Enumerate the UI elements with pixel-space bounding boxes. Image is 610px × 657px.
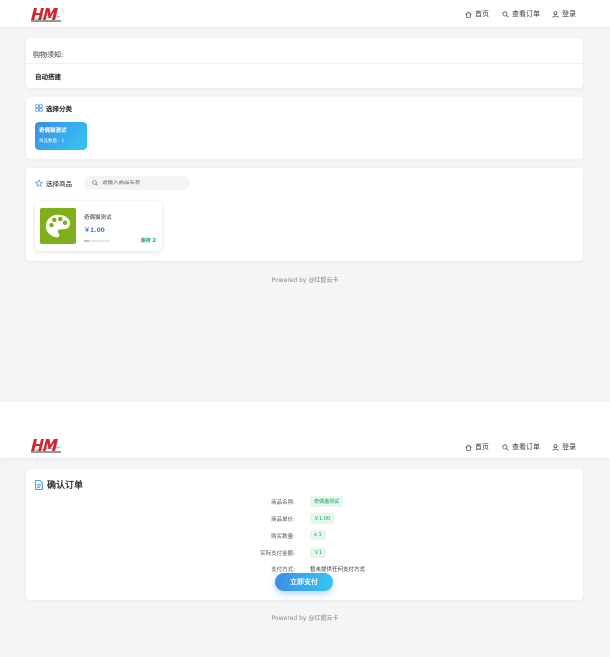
nav-home-label: 首页 bbox=[475, 443, 489, 451]
nav-home-label: 首页 bbox=[475, 10, 489, 18]
order-row-quantity: 购买数量: x 1 bbox=[26, 530, 583, 540]
divider bbox=[26, 63, 583, 64]
home-icon bbox=[465, 11, 472, 18]
goods-section-label: 选择商品 bbox=[46, 180, 72, 188]
goods-image bbox=[40, 208, 76, 244]
total-label: 实际支付金额: bbox=[260, 551, 295, 557]
grid-icon bbox=[35, 104, 43, 112]
footer-powered-by: Powered by @红盟云卡 bbox=[271, 277, 339, 284]
brand-logo[interactable] bbox=[30, 5, 62, 22]
payment-method-label: 支付方式: bbox=[271, 567, 295, 573]
nav-login-label: 登录 bbox=[562, 443, 576, 451]
category-count: 商品数量：1 bbox=[39, 139, 65, 144]
nav-login-label: 登录 bbox=[562, 10, 576, 18]
order-row-product: 商品名称: 奇偶猫测试 bbox=[26, 496, 583, 507]
nav-view-orders[interactable]: 查看订单 bbox=[502, 442, 540, 452]
notice-body: 自动搭建 bbox=[35, 73, 61, 81]
search-icon bbox=[502, 10, 509, 18]
quantity-label: 购买数量: bbox=[271, 534, 295, 540]
brand-logo[interactable] bbox=[30, 436, 62, 453]
quantity-value: x 1 bbox=[310, 530, 326, 540]
notice-title: 购物须知: bbox=[33, 51, 64, 59]
confirm-order-page: 首页 查看订单 登录 确认订单 商品名称: 奇偶猫测试 商品单价: ￥1.00 bbox=[0, 431, 610, 657]
total-value: ￥1 bbox=[310, 547, 327, 558]
goods-item[interactable]: 奇偶猫测试 ￥1.00 库存 2 bbox=[35, 201, 162, 251]
nav-login[interactable]: 登录 bbox=[552, 9, 576, 19]
goods-stock: 库存 2 bbox=[140, 238, 156, 244]
top-navbar: 首页 查看订单 登录 bbox=[0, 0, 610, 27]
screenshot-separator bbox=[0, 402, 610, 431]
user-icon bbox=[552, 10, 559, 18]
notice-card: 购物须知: 自动搭建 bbox=[26, 38, 583, 88]
shop-page: 首页 查看订单 登录 购物须知: 自动搭建 选择分类 奇偶猫测试 商品数量：1 … bbox=[0, 0, 610, 402]
order-row-total: 实际支付金额: ￥1 bbox=[26, 547, 583, 558]
category-section-label: 选择分类 bbox=[46, 105, 72, 113]
order-card: 确认订单 商品名称: 奇偶猫测试 商品单价: ￥1.00 购买数量: x 1 实… bbox=[26, 469, 583, 600]
nav-home[interactable]: 首页 bbox=[465, 9, 489, 19]
pay-now-button[interactable]: 立即支付 bbox=[275, 573, 333, 591]
search-icon bbox=[92, 180, 98, 186]
nav-orders-label: 查看订单 bbox=[512, 443, 540, 451]
order-row-unit-price: 商品单价: ￥1.00 bbox=[26, 513, 583, 524]
search-icon bbox=[502, 443, 509, 451]
order-title: 确认订单 bbox=[35, 478, 83, 491]
unit-price-label: 商品单价: bbox=[271, 517, 295, 523]
footer-powered-by: Powered by @红盟云卡 bbox=[271, 615, 339, 622]
goods-name: 奇偶猫测试 bbox=[84, 215, 112, 221]
goods-card-section: 选择商品 奇偶猫测试 ￥1.00 库存 2 bbox=[26, 168, 583, 261]
star-icon bbox=[35, 179, 43, 187]
nav-login[interactable]: 登录 bbox=[552, 442, 576, 452]
product-name-label: 商品名称: bbox=[271, 500, 295, 506]
category-name: 奇偶猫测试 bbox=[39, 128, 67, 134]
home-icon bbox=[465, 444, 472, 451]
payment-method-value: 暂未提供任何支付方式 bbox=[310, 567, 366, 573]
user-icon bbox=[552, 443, 559, 451]
nav-orders-label: 查看订单 bbox=[512, 10, 540, 18]
stock-progress-fill bbox=[84, 240, 90, 242]
top-navbar: 首页 查看订单 登录 bbox=[0, 431, 610, 458]
palette-icon bbox=[45, 214, 71, 238]
category-section-title: 选择分类 bbox=[35, 103, 72, 113]
product-name-value: 奇偶猫测试 bbox=[310, 496, 344, 507]
stock-progress-bar bbox=[84, 240, 110, 242]
nav-view-orders[interactable]: 查看订单 bbox=[502, 9, 540, 19]
category-card: 选择分类 奇偶猫测试 商品数量：1 bbox=[26, 97, 583, 159]
order-title-label: 确认订单 bbox=[47, 481, 84, 491]
category-item[interactable]: 奇偶猫测试 商品数量：1 bbox=[35, 122, 87, 150]
document-icon bbox=[35, 479, 43, 490]
goods-search-input[interactable] bbox=[102, 180, 182, 186]
nav-home[interactable]: 首页 bbox=[465, 442, 489, 452]
goods-search-box[interactable] bbox=[84, 176, 190, 190]
goods-price: ￥1.00 bbox=[84, 227, 105, 234]
unit-price-value: ￥1.00 bbox=[310, 513, 335, 524]
goods-section-title: 选择商品 bbox=[35, 178, 72, 188]
order-row-payment-method: 支付方式: 暂未提供任何支付方式 bbox=[26, 563, 583, 573]
